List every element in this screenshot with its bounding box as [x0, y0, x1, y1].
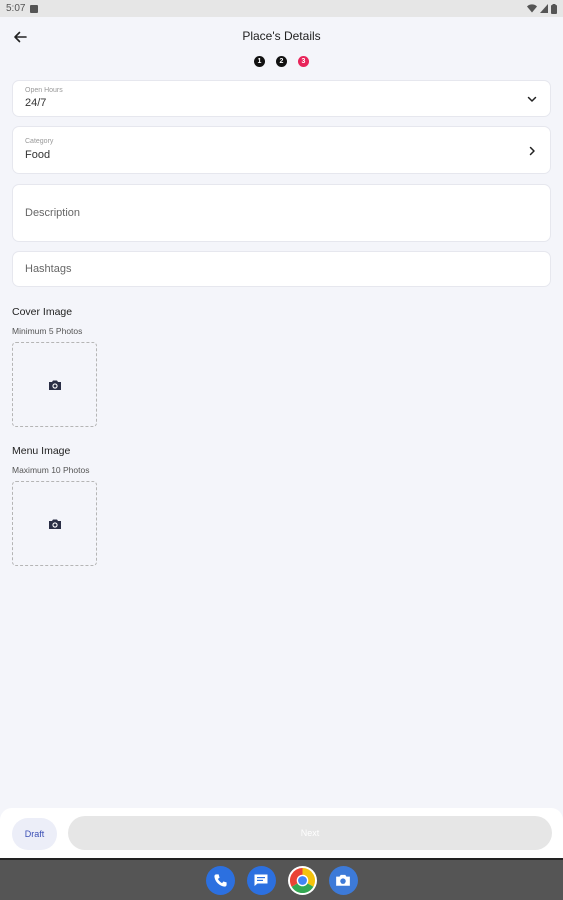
description-input[interactable]: Description	[12, 184, 551, 242]
signal-icon	[540, 4, 548, 13]
bottom-action-bar: Draft Next	[0, 808, 563, 858]
step-2: 2	[276, 56, 287, 67]
step-indicator: 1 2 3	[254, 56, 309, 67]
category-selector[interactable]: Category Food	[12, 126, 551, 174]
open-hours-dropdown[interactable]: Open Hours 24/7	[12, 80, 551, 117]
app-bar: Place's Details	[0, 17, 563, 57]
messages-icon	[254, 874, 268, 886]
battery-icon	[551, 3, 557, 14]
description-placeholder: Description	[25, 207, 81, 219]
hashtags-placeholder: Hashtags	[25, 263, 72, 275]
status-right	[527, 3, 557, 14]
step-1: 1	[254, 56, 265, 67]
cover-image-title: Cover Image	[12, 306, 73, 318]
menu-image-upload[interactable]	[12, 481, 97, 566]
notification-icon	[30, 4, 39, 13]
menu-image-subtitle: Maximum 10 Photos	[12, 465, 90, 475]
wifi-icon	[527, 4, 537, 13]
chevron-right-icon	[529, 146, 535, 156]
camera-app-icon	[336, 874, 350, 886]
camera-icon	[48, 380, 61, 390]
messages-app-button[interactable]	[246, 865, 276, 895]
next-button[interactable]: Next	[68, 816, 552, 850]
chrome-app-button[interactable]	[287, 865, 317, 895]
chrome-icon	[289, 867, 315, 893]
status-time: 5:07	[6, 3, 26, 14]
open-hours-value: 24/7	[25, 97, 47, 109]
phone-icon	[213, 873, 227, 887]
cover-image-subtitle: Minimum 5 Photos	[12, 326, 83, 336]
chevron-down-icon	[527, 96, 537, 102]
phone-app-button[interactable]	[205, 865, 235, 895]
open-hours-label: Open Hours	[25, 87, 63, 94]
hashtags-input[interactable]: Hashtags	[12, 251, 551, 287]
menu-image-title: Menu Image	[12, 445, 71, 457]
draft-button[interactable]: Draft	[12, 818, 57, 850]
camera-app-button[interactable]	[328, 865, 358, 895]
page-title: Place's Details	[242, 29, 321, 43]
status-bar: 5:07	[0, 0, 563, 17]
category-label: Category	[25, 138, 54, 145]
step-3-active: 3	[298, 56, 309, 67]
taskbar-dock	[0, 858, 563, 900]
camera-icon	[48, 519, 61, 529]
cover-image-upload[interactable]	[12, 342, 97, 427]
category-value: Food	[25, 149, 51, 161]
status-left: 5:07	[6, 3, 39, 14]
